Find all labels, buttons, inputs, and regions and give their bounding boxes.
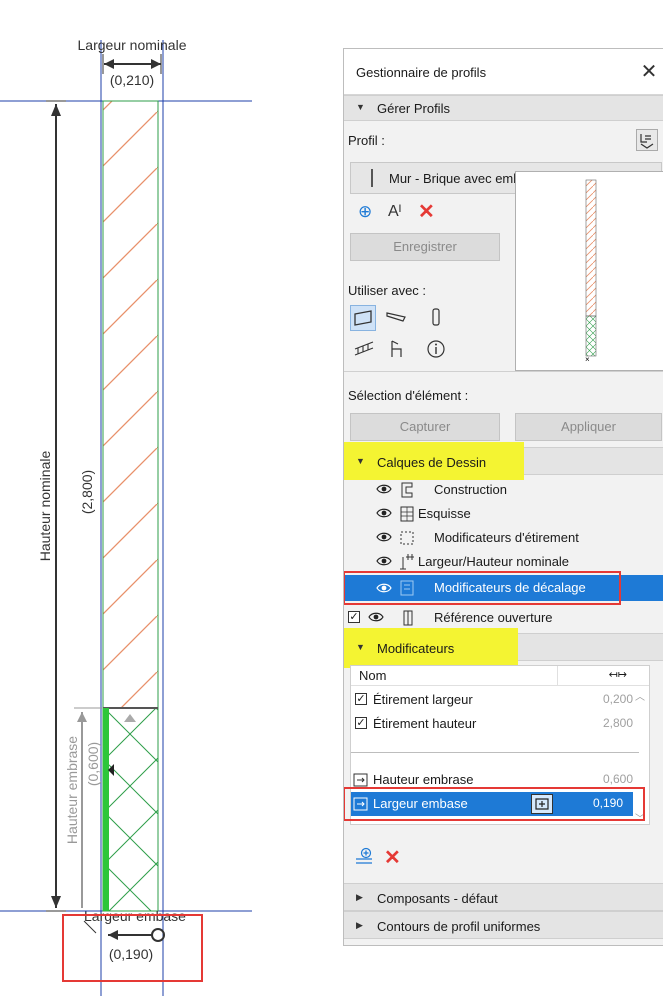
collapse-arrow-icon: ▼ bbox=[356, 102, 365, 112]
profile-drawing: Largeur nominale (0,210) Hauteur nominal… bbox=[0, 0, 330, 996]
modifier-row[interactable]: ✓ Étirement largeur 0,200 bbox=[351, 688, 649, 712]
table-header: Nom ↤↦ bbox=[351, 666, 649, 686]
use-with-label: Utiliser avec : bbox=[348, 283, 427, 298]
base-height-label: Hauteur embrase bbox=[64, 736, 80, 844]
components-label: Composants - défaut bbox=[377, 891, 498, 906]
eye-icon[interactable] bbox=[376, 555, 392, 567]
layer-row-nominal[interactable]: Largeur/Hauteur nominale bbox=[344, 551, 663, 573]
modifiers-label: Modificateurs bbox=[377, 641, 455, 656]
contours-header[interactable]: ▶ Contours de profil uniformes bbox=[344, 911, 663, 939]
layer-label: Modificateurs d'étirement bbox=[434, 530, 579, 545]
offset-layer-highlight-box bbox=[344, 571, 621, 605]
manage-profiles-header[interactable]: ▼ Gérer Profils bbox=[344, 95, 663, 121]
capture-button[interactable]: Capturer bbox=[350, 413, 500, 441]
add-profile-icon[interactable]: ⊕ bbox=[358, 202, 372, 222]
concrete-base bbox=[102, 707, 159, 912]
layer-label: Esquisse bbox=[418, 506, 471, 521]
delete-profile-icon[interactable]: ✕ bbox=[418, 199, 435, 224]
wall-tool-icon[interactable] bbox=[350, 305, 376, 331]
layer-row-sketch[interactable]: Esquisse bbox=[344, 503, 663, 525]
brick-layer bbox=[102, 100, 159, 709]
eye-icon[interactable] bbox=[376, 507, 392, 519]
opening-icon bbox=[400, 609, 416, 627]
column-name-header: Nom bbox=[359, 668, 387, 683]
profile-preview: × bbox=[515, 171, 663, 371]
components-header[interactable]: ▶ Composants - défaut bbox=[344, 883, 663, 911]
layer-row-stretch[interactable]: Modificateurs d'étirement bbox=[344, 527, 663, 549]
apply-button[interactable]: Appliquer bbox=[515, 413, 662, 441]
element-selection-label: Sélection d'élément : bbox=[348, 388, 469, 403]
object-tool-icon[interactable] bbox=[384, 337, 410, 363]
base-edge-highlight bbox=[103, 708, 109, 911]
expand-arrow-icon: ▶ bbox=[356, 892, 363, 902]
nominal-width-label: Largeur nominale bbox=[78, 37, 187, 53]
layer-label: Largeur/Hauteur nominale bbox=[418, 554, 570, 569]
profile-canvas: Largeur nominale (0,210) Hauteur nominal… bbox=[0, 37, 252, 996]
profile-manager-panel: Gestionnaire de profils ✕ ▼ Gérer Profil… bbox=[343, 48, 663, 946]
base-height-value: (0,600) bbox=[85, 742, 101, 786]
info-icon[interactable] bbox=[424, 337, 450, 363]
nominal-size-icon bbox=[399, 553, 415, 571]
layer-label: Construction bbox=[434, 482, 507, 497]
rename-profile-icon[interactable]: Aᴵ bbox=[388, 203, 401, 221]
stretch-icon bbox=[399, 529, 415, 547]
layer-row-opening[interactable]: ✓ Référence ouverture bbox=[344, 607, 663, 629]
profile-library-icon[interactable] bbox=[636, 129, 658, 151]
modifier-name: Étirement hauteur bbox=[373, 716, 477, 731]
eye-icon[interactable] bbox=[376, 531, 392, 543]
collapse-arrow-icon: ▼ bbox=[356, 456, 365, 466]
modifiers-header[interactable]: ▼ Modificateurs bbox=[344, 628, 663, 668]
drawing-layers-header[interactable]: ▼ Calques de Dessin bbox=[344, 442, 663, 480]
nominal-height-value: (2,800) bbox=[79, 470, 95, 514]
expand-arrow-icon: ▶ bbox=[356, 920, 363, 930]
save-button[interactable]: Enregistrer bbox=[350, 233, 500, 261]
scroll-up-icon[interactable]: ︿ bbox=[635, 688, 645, 703]
panel-titlebar: Gestionnaire de profils ✕ bbox=[344, 49, 663, 95]
contours-label: Contours de profil uniformes bbox=[377, 919, 541, 934]
railing-tool-icon[interactable] bbox=[352, 337, 378, 363]
delete-modifier-icon[interactable]: ✕ bbox=[384, 845, 401, 870]
modifier-checkbox[interactable]: ✓ bbox=[355, 693, 367, 705]
panel-title: Gestionnaire de profils bbox=[356, 65, 487, 80]
column-tool-icon[interactable] bbox=[424, 305, 450, 331]
construction-icon bbox=[399, 481, 415, 499]
svg-text:×: × bbox=[585, 355, 590, 364]
nominal-height-label: Hauteur nominale bbox=[37, 451, 53, 562]
eye-icon[interactable] bbox=[368, 611, 384, 623]
modifier-value: 0,600 bbox=[602, 772, 633, 786]
nominal-width-value: (0,210) bbox=[110, 72, 154, 88]
base-width-highlight-box bbox=[62, 914, 203, 982]
manage-profiles-label: Gérer Profils bbox=[377, 101, 450, 116]
add-modifier-icon[interactable] bbox=[354, 847, 374, 870]
profile-label: Profil : bbox=[348, 133, 385, 148]
modifier-name: Hauteur embrase bbox=[373, 772, 474, 787]
modifier-row[interactable]: ✓ Étirement hauteur 2,800 bbox=[351, 712, 649, 736]
collapse-arrow-icon: ▼ bbox=[356, 642, 365, 652]
modifier-name: Étirement largeur bbox=[373, 692, 473, 707]
modifier-checkbox[interactable]: ✓ bbox=[355, 717, 367, 729]
close-icon[interactable]: ✕ bbox=[639, 59, 659, 84]
modifier-value: 0,200 bbox=[602, 692, 633, 706]
beam-tool-icon[interactable] bbox=[384, 305, 410, 331]
layer-label: Référence ouverture bbox=[434, 610, 553, 625]
sketch-icon bbox=[399, 505, 415, 523]
base-width-modifier-highlight-box bbox=[344, 787, 645, 821]
layer-row-construction[interactable]: Construction bbox=[344, 479, 663, 501]
eye-icon[interactable] bbox=[376, 483, 392, 495]
width-column-icon: ↤↦ bbox=[608, 669, 627, 681]
drawing-layers-label: Calques de Dessin bbox=[377, 455, 487, 470]
layer-checkbox[interactable]: ✓ bbox=[348, 611, 360, 623]
modifier-value: 2,800 bbox=[602, 716, 633, 730]
